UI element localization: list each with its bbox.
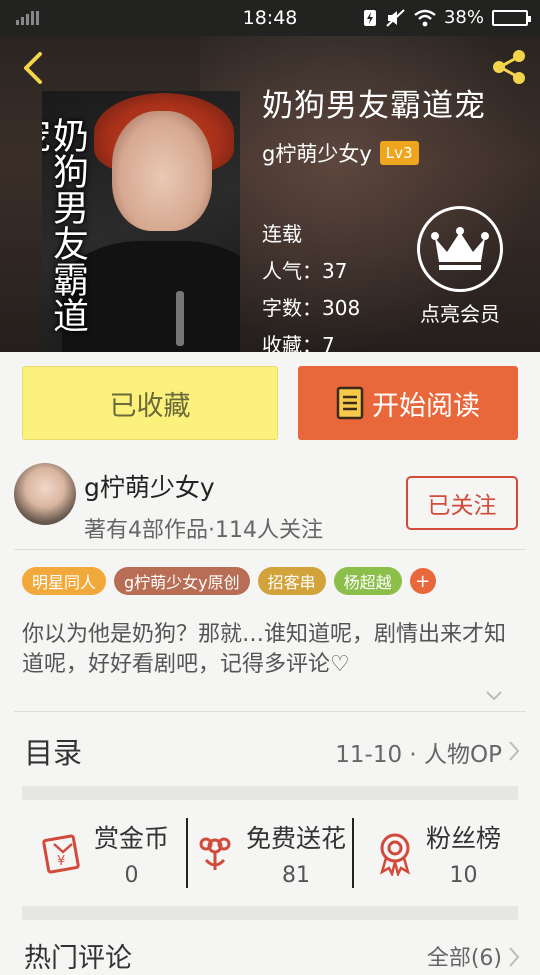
author-name[interactable]: g柠萌少女y [84,468,215,504]
vip-button[interactable]: 点亮会员 [412,206,508,327]
level-badge: Lv3 [379,141,419,165]
start-reading-label: 开始阅读 [372,390,480,422]
reward-coins-count: 0 [124,862,139,888]
divider [14,549,526,550]
crown-icon [417,206,503,292]
book-cover[interactable]: 奶狗男友霸道宠 [42,91,240,352]
medal-icon [379,833,411,876]
tag-star-fanfic[interactable]: 明星同人 [22,567,107,595]
flower-count: 81 [282,862,310,888]
favorited-button[interactable]: 已收藏 [22,366,278,440]
mute-icon [386,8,405,27]
book-favorites: 收藏：7 [262,333,335,352]
chevron-right-icon [509,741,520,761]
vip-label: 点亮会员 [420,302,500,326]
action-separator [186,818,188,888]
tag-person[interactable]: 杨超越 [333,567,402,595]
reward-coins-button[interactable]: ¥ 赏金币 0 [40,800,169,906]
fan-ranking-label: 粉丝榜 [426,823,502,853]
chevron-down-icon[interactable] [484,686,504,706]
book-title: 奶狗男友霸道宠 [262,88,486,124]
cover-title: 奶狗男友霸道宠 [42,117,88,333]
book-header: 奶狗男友霸道宠 奶狗男友霸道宠 g柠萌少女y Lv3 连载 人气：37 字数：3… [0,36,540,352]
send-flower-label: 免费送花 [246,823,347,853]
fan-ranking-button[interactable]: 粉丝榜 10 [372,800,501,906]
send-flower-button[interactable]: 免费送花 81 [192,800,346,906]
author-avatar[interactable] [14,463,76,525]
book-status: 连载 [262,222,302,246]
toc-label: 目录 [24,736,83,770]
hot-comments-label: 热门评论 [24,943,132,974]
book-author[interactable]: g柠萌少女y [262,138,372,168]
charging-icon [363,9,376,26]
battery-icon [492,9,531,26]
book-meta: 连载 人气：37 字数：308 收藏：7 [262,216,360,352]
status-bar: 18:48 38% [0,0,540,36]
book-icon [336,386,364,420]
book-popularity: 人气：37 [262,259,348,283]
action-separator [352,818,354,888]
section-band [22,906,518,920]
tag-original[interactable]: g柠萌少女y原创 [114,567,250,595]
book-description: 你以为他是奶狗？那就…谁知道呢，剧情出来才知道呢，好好看剧吧，记得多评论♡ [22,622,507,677]
toc-latest-chapter: 11-10 · 人物OP [335,742,502,768]
book-word-count: 字数：308 [262,296,361,320]
tag-list: 明星同人 g柠萌少女y原创 招客串 杨超越 + [22,567,436,595]
svg-text:¥: ¥ [57,854,65,869]
chevron-right-icon [509,947,520,967]
flower-icon [199,837,231,870]
all-comments-link[interactable]: 全部(6) [427,940,502,972]
red-envelope-icon: ¥ [42,834,80,874]
author-stats: 著有4部作品·114人关注 [84,518,323,543]
section-band [22,786,518,800]
reward-coins-label: 赏金币 [94,823,170,853]
back-arrow-icon[interactable] [14,48,54,88]
tag-recruit-guest[interactable]: 招客串 [257,567,326,595]
start-reading-button[interactable]: 开始阅读 [298,366,518,440]
battery-percent: 38% [443,7,484,28]
action-row: ¥ 赏金币 0 免费送花 81 粉丝榜 10 [22,800,518,906]
followed-button[interactable]: 已关注 [406,476,518,530]
fan-ranking-count: 10 [449,862,478,888]
share-icon[interactable] [488,46,530,88]
wifi-icon [414,9,436,26]
add-tag-button[interactable]: + [409,568,436,594]
divider [14,711,526,712]
